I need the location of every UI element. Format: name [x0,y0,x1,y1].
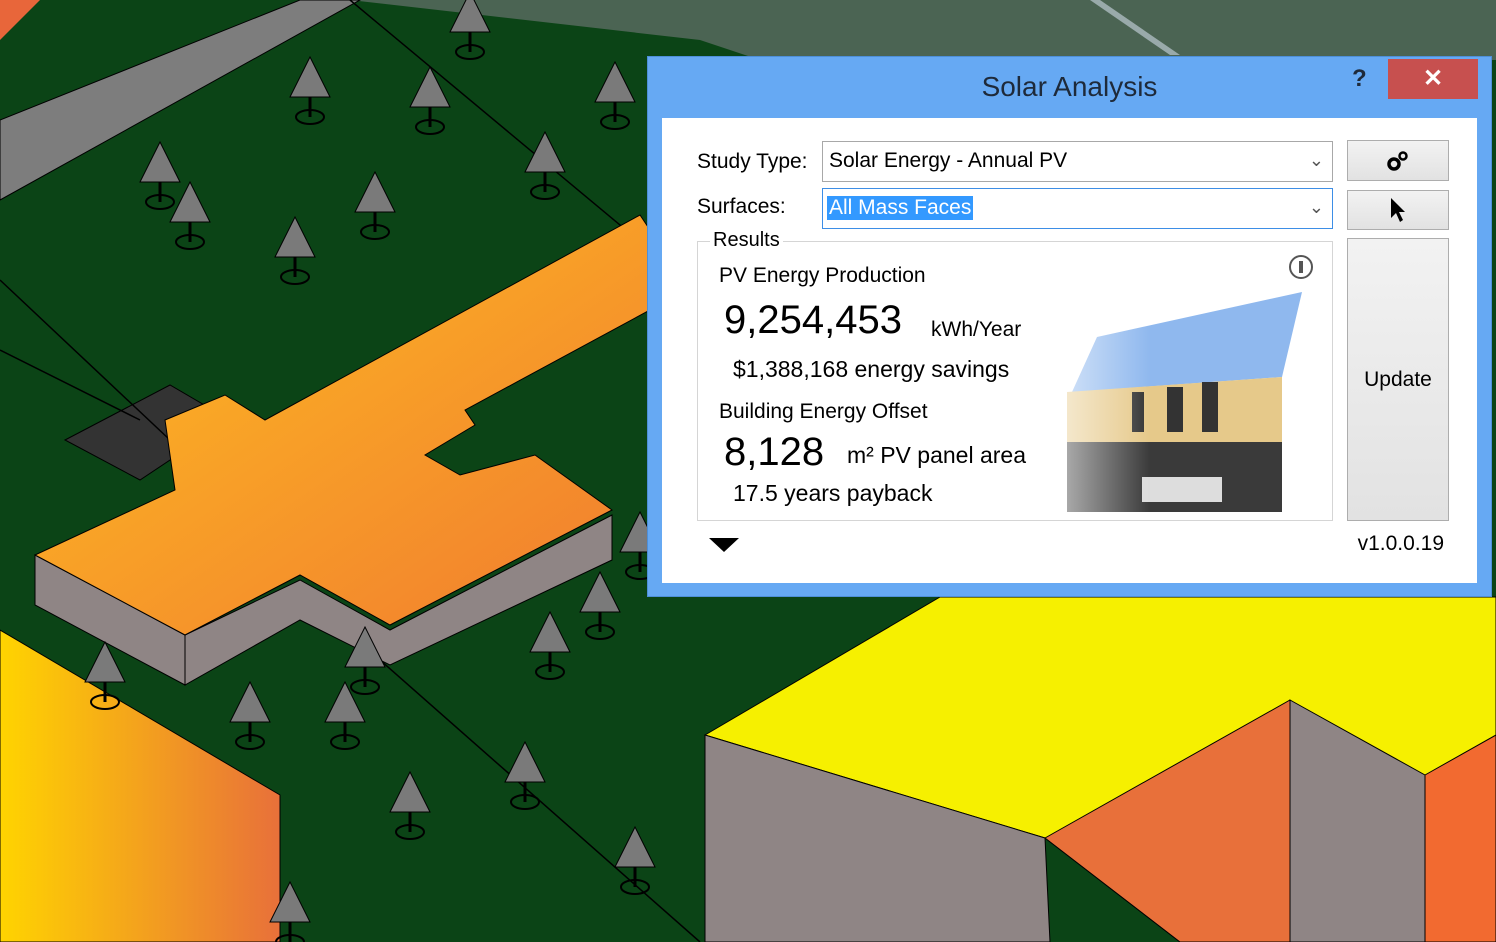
area-unit: m² PV panel area [847,442,1026,468]
update-label: Update [1364,367,1432,391]
tree [594,60,636,130]
gears-icon [1387,150,1408,171]
building-top-left [0,0,40,40]
pv-heading: PV Energy Production [719,264,926,287]
background-terrain [350,0,1496,60]
surfaces-select[interactable]: All Mass Faces ⌄ [822,188,1333,229]
results-group-label: Results [710,229,783,252]
tree [169,180,211,250]
close-button[interactable]: ✕ [1388,59,1478,99]
settings-button[interactable] [1347,140,1449,181]
tree [139,140,181,210]
tree [614,825,656,895]
study-type-label: Study Type: [697,150,808,173]
surfaces-label: Surfaces: [697,195,786,218]
tree [289,55,331,125]
help-button[interactable]: ? [1352,65,1367,93]
area-value: 8,128 [724,430,825,474]
solar-analysis-dialog: Solar Analysis ? ✕ Study Type: Solar Ene… [647,56,1492,597]
tree [529,610,571,680]
tree [504,740,546,810]
version-label: v1.0.0.19 [1357,532,1444,555]
dialog-body: Study Type: Solar Energy - Annual PV ⌄ S… [662,118,1477,583]
info-icon[interactable] [1288,254,1314,280]
expand-triangle-icon[interactable] [709,538,739,552]
cursor-arrow-icon [1391,198,1405,222]
tree [229,680,271,750]
savings-text: $1,388,168 energy savings [733,356,1010,382]
chevron-down-icon: ⌄ [1308,150,1324,170]
surfaces-value: All Mass Faces [827,196,974,220]
tree [409,65,451,135]
chevron-down-icon: ⌄ [1308,197,1324,217]
update-button[interactable]: Update [1347,238,1449,521]
results-group: PV Energy Production 9,254,453 kWh/Year … [697,241,1333,521]
pick-surfaces-button[interactable] [1347,190,1449,230]
tree [389,770,431,840]
tree [524,130,566,200]
study-type-select[interactable]: Solar Energy - Annual PV ⌄ [822,141,1333,182]
house-illustration [1002,282,1332,520]
offset-heading: Building Energy Offset [719,400,928,423]
road [0,0,362,201]
pv-unit: kWh/Year [931,318,1022,341]
pv-value: 9,254,453 [724,298,902,342]
tree [324,680,366,750]
tree [354,170,396,240]
tree [274,215,316,285]
building-bottom-left [0,629,281,942]
payback-text: 17.5 years payback [733,480,933,506]
tree [579,570,621,640]
study-type-value: Solar Energy - Annual PV [829,149,1068,172]
